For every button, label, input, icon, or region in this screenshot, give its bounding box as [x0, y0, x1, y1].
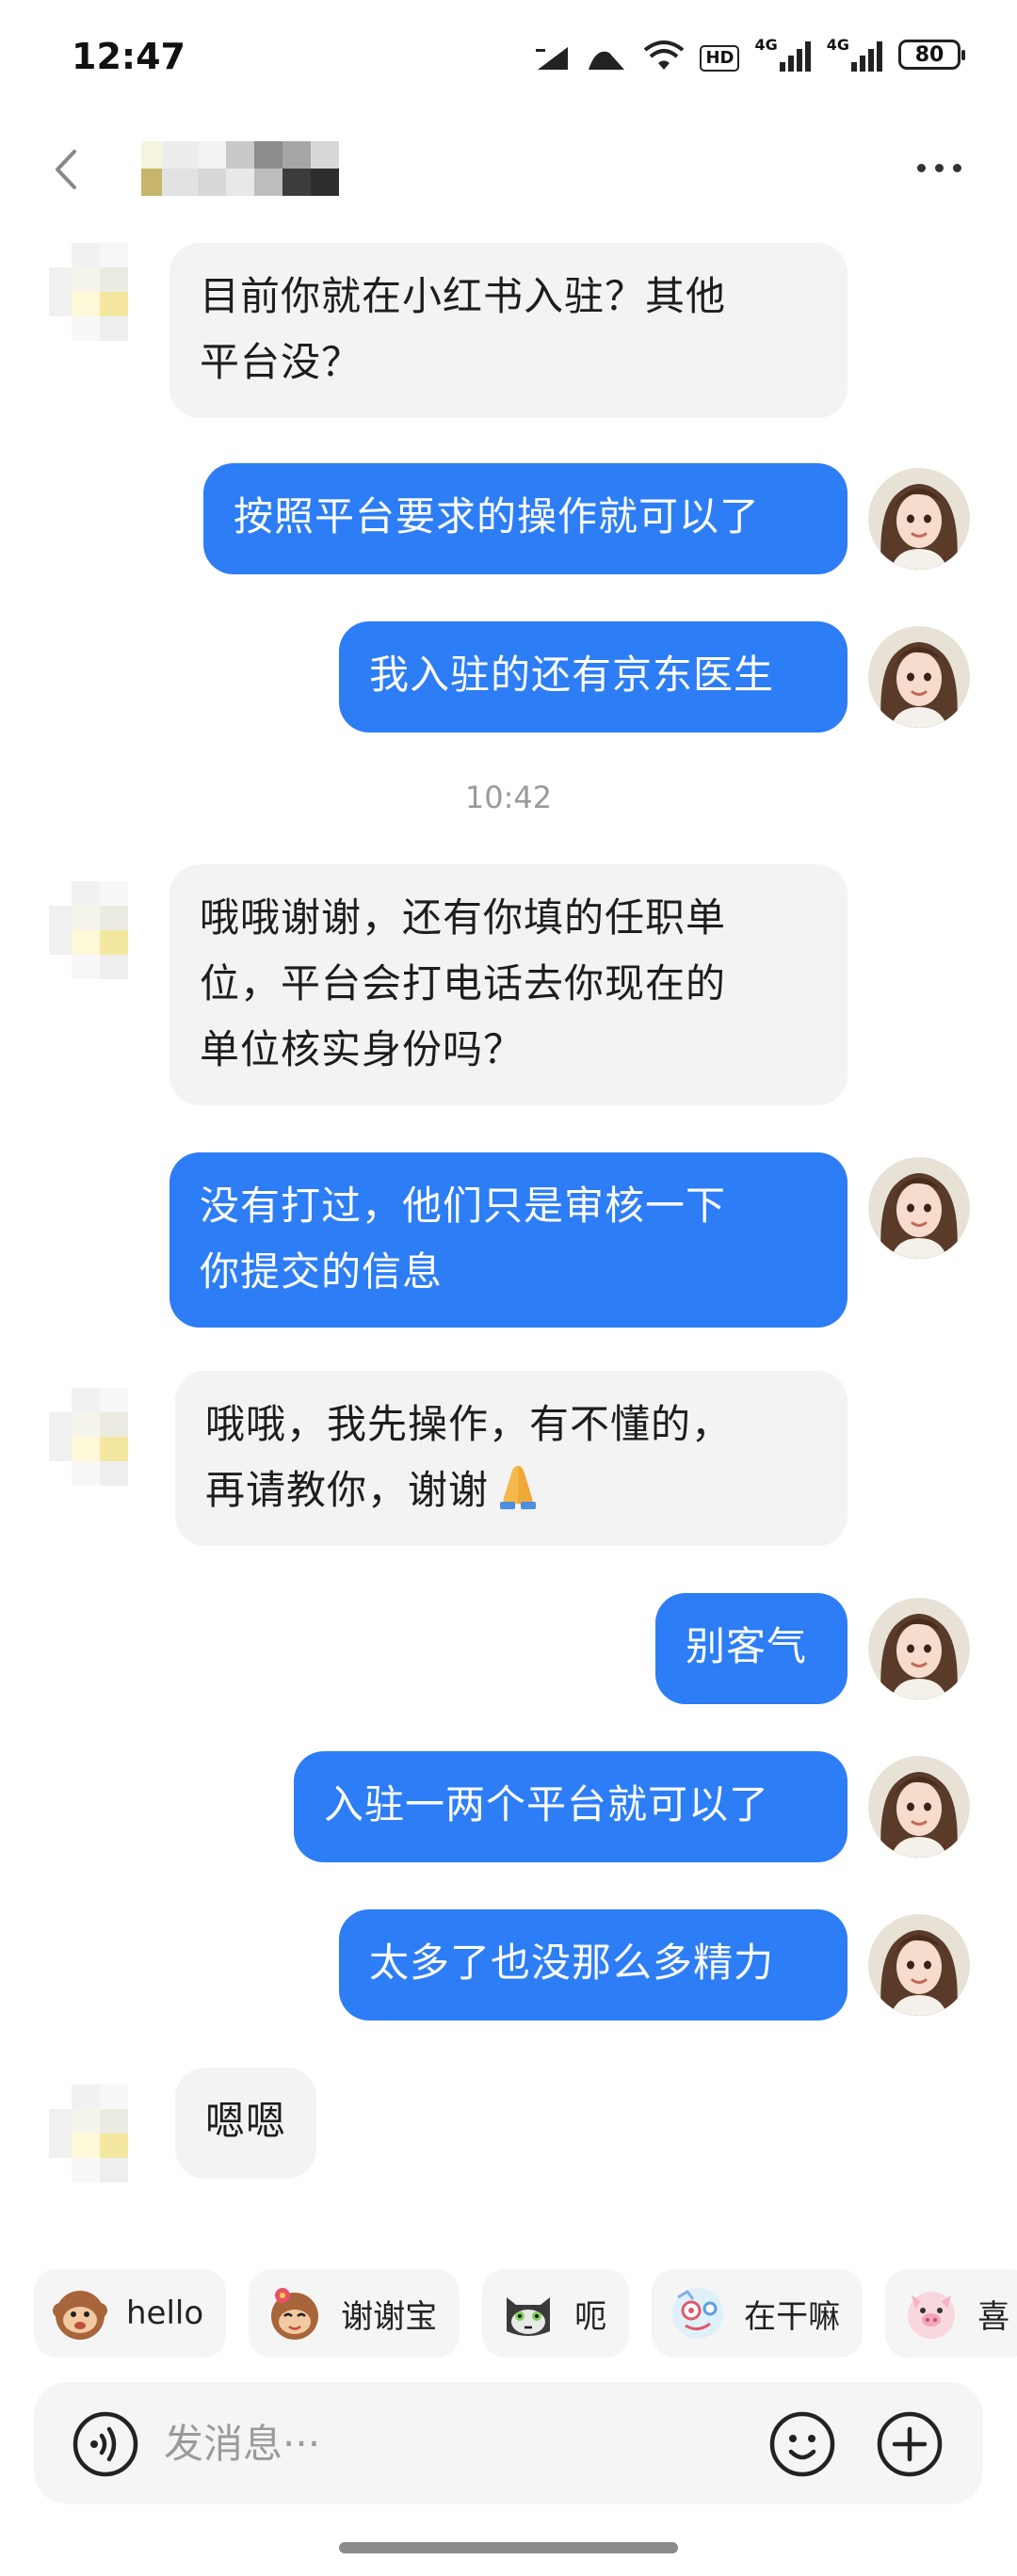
message-bubble-incoming[interactable]: 嗯嗯 [175, 2068, 316, 2179]
message-bubble-incoming[interactable]: 哦哦谢谢，还有你填的任职单 位，平台会打电话去你现在的 单位核实身份吗？ [170, 864, 848, 1105]
message-input-bar [34, 2382, 983, 2504]
status-icons: HD 4G 4G 80 [534, 38, 965, 72]
quick-reply-bar: hello 谢谢宝 呃 在干嘛 喜 [34, 2269, 1017, 2358]
quick-reply-label: 喜 [977, 2297, 1010, 2336]
hd-icon: HD [700, 38, 740, 72]
monkey-sticker-icon [53, 2291, 107, 2340]
quick-reply-label: 呃 [574, 2297, 607, 2336]
message-bubble-outgoing[interactable]: 入驻一两个平台就可以了 [294, 1751, 848, 1862]
cellular-signal-icon: 4G [754, 38, 811, 72]
my-avatar[interactable] [868, 1157, 970, 1259]
message-bubble-outgoing[interactable]: 没有打过，他们只是审核一下 你提交的信息 [170, 1152, 848, 1328]
message-bubble-outgoing[interactable]: 我入驻的还有京东医生 [339, 621, 848, 733]
quick-reply-hello[interactable]: hello [34, 2269, 227, 2358]
message-text: 哦哦，我先操作，有不懂的， 再请教你，谢谢 [205, 1401, 733, 1513]
message-bubble-incoming[interactable]: 目前你就在小红书入驻？其他 平台没？ [170, 243, 848, 418]
dot-icon [952, 163, 961, 172]
message-bubble-outgoing[interactable]: 太多了也没那么多精力 [339, 1909, 848, 2021]
message-bubble-outgoing[interactable]: 按照平台要求的操作就可以了 [203, 463, 848, 574]
signal-alt2-icon [587, 38, 628, 72]
network-type-2-label: 4G [826, 36, 849, 54]
plus-circle-icon [877, 2411, 943, 2477]
smile-icon [769, 2411, 835, 2477]
contact-avatar[interactable] [41, 874, 154, 987]
chat-header [0, 113, 1017, 226]
status-time: 12:47 [72, 36, 186, 77]
battery-level: 80 [914, 42, 944, 67]
more-options-button[interactable] [906, 149, 972, 186]
battery-icon: 80 [898, 40, 965, 70]
quick-reply-label: 在干嘛 [744, 2297, 841, 2336]
hd-label: HD [700, 45, 740, 72]
chevron-left-icon [56, 150, 76, 189]
dot-icon [934, 163, 944, 172]
my-avatar[interactable] [868, 626, 970, 728]
contact-name-pixelated[interactable] [141, 141, 367, 196]
my-avatar[interactable] [868, 1914, 970, 2016]
quick-reply-uh[interactable]: 呃 [482, 2269, 630, 2358]
home-indicator[interactable] [339, 2542, 678, 2553]
dot-icon [916, 163, 926, 172]
cellular-signal-2-icon: 4G [827, 38, 883, 72]
network-type-label: 4G [754, 36, 778, 54]
my-avatar[interactable] [868, 1756, 970, 1858]
quick-reply-label: hello [126, 2294, 204, 2332]
back-button[interactable] [38, 141, 94, 198]
plus-button[interactable] [876, 2410, 944, 2478]
quick-reply-what-doing[interactable]: 在干嘛 [652, 2269, 864, 2358]
my-avatar[interactable] [868, 468, 970, 570]
character-sticker-icon [672, 2288, 724, 2339]
quick-reply-thanks[interactable]: 谢谢宝 [249, 2269, 460, 2358]
contact-avatar[interactable] [41, 1380, 154, 1493]
message-bubble-incoming[interactable]: 哦哦，我先操作，有不懂的， 再请教你，谢谢 [175, 1371, 848, 1546]
status-bar: 12:47 HD 4G 4G 80 [0, 0, 1017, 113]
voice-button[interactable] [72, 2410, 139, 2478]
message-timestamp: 10:42 [464, 780, 553, 815]
praying-hands-icon [492, 1460, 543, 1531]
cat-sticker-icon [507, 2297, 551, 2336]
contact-avatar[interactable] [41, 235, 154, 348]
monkey-flower-sticker-icon [271, 2288, 319, 2340]
voice-icon [73, 2411, 138, 2477]
contact-avatar[interactable] [41, 2077, 154, 2190]
message-bubble-outgoing[interactable]: 别客气 [655, 1593, 848, 1704]
message-input[interactable] [164, 2406, 767, 2481]
quick-reply-label: 谢谢宝 [341, 2297, 438, 2336]
my-avatar[interactable] [868, 1598, 970, 1699]
pig-sticker-icon [908, 2292, 956, 2339]
quick-reply-partial[interactable]: 喜 [885, 2269, 1017, 2358]
wifi-icon [643, 38, 685, 72]
emoji-button[interactable] [768, 2410, 836, 2478]
signal-alt-icon [534, 38, 572, 72]
